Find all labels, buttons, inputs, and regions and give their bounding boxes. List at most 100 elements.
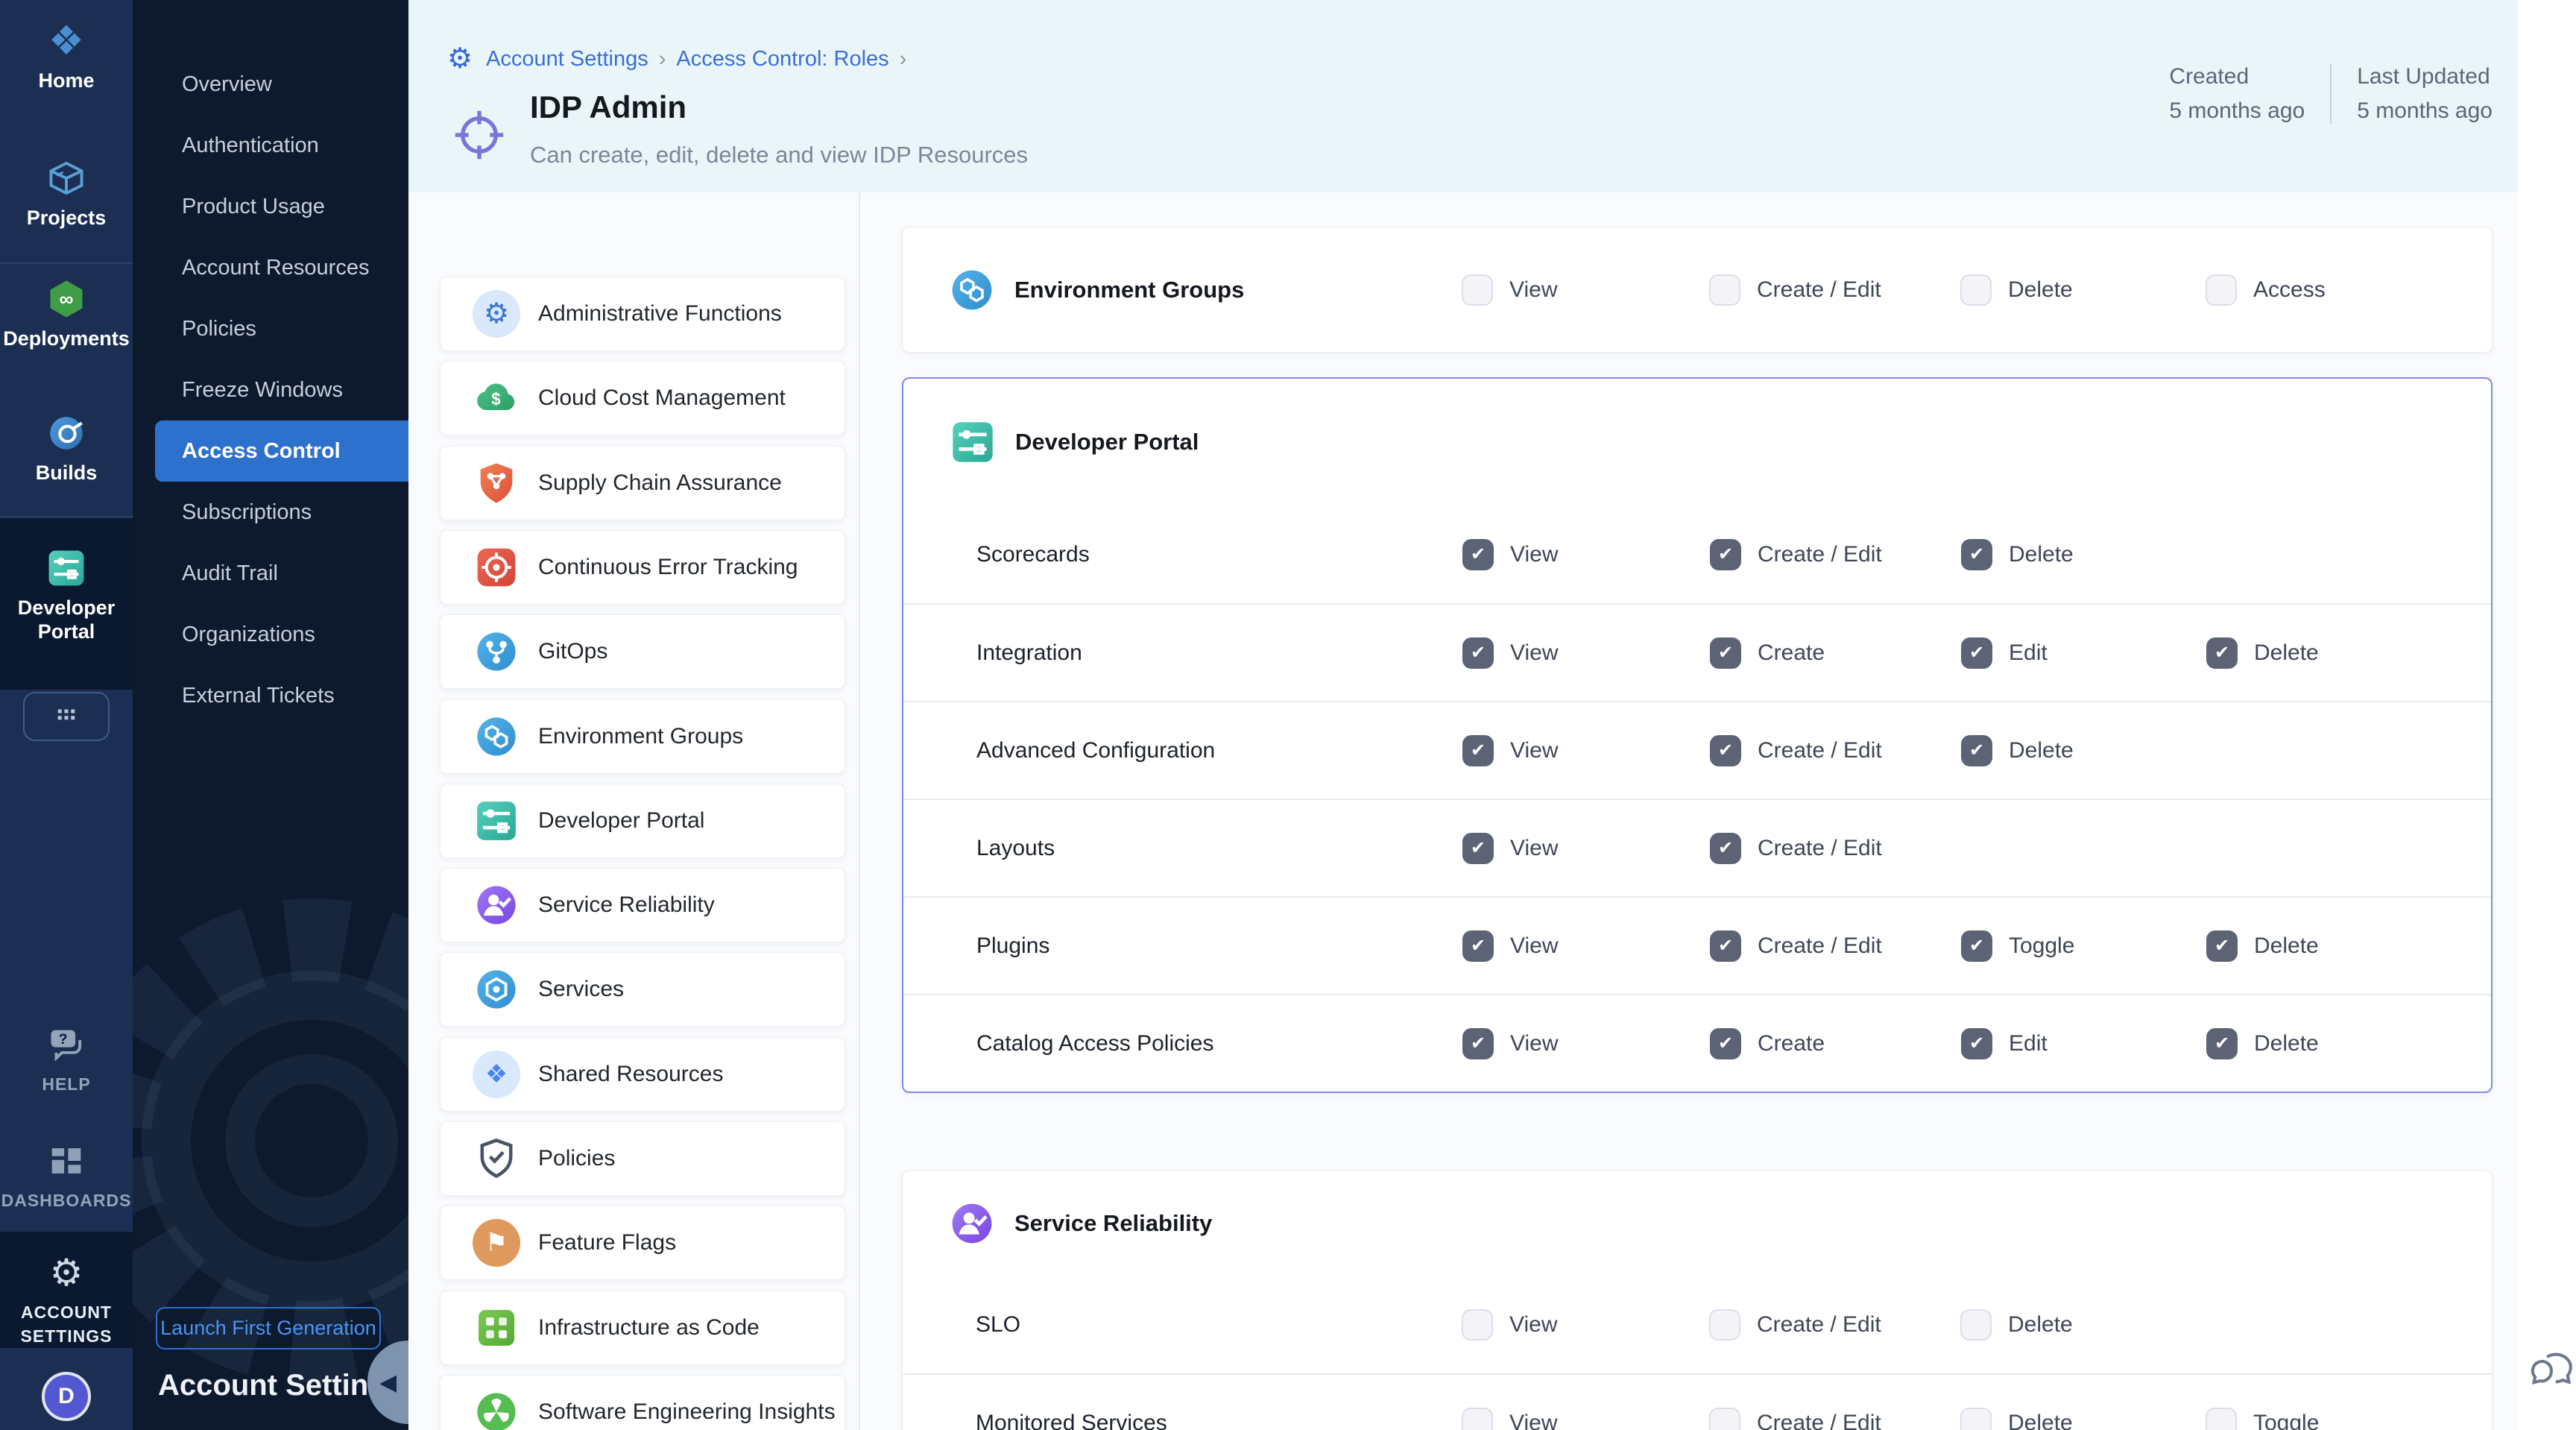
settings-nav-item-product-usage[interactable]: Product Usage <box>155 176 408 237</box>
permission-create-edit[interactable]: ✔Create / Edit <box>1710 930 1882 962</box>
permission-delete[interactable]: ✔Delete <box>2206 1028 2319 1059</box>
permission-delete[interactable]: ✔Delete <box>1961 539 2074 570</box>
settings-nav-item-external-tickets[interactable]: External Tickets <box>155 665 408 726</box>
settings-nav-item-organizations[interactable]: Organizations <box>155 604 408 665</box>
permission-view[interactable]: View <box>1462 274 1557 306</box>
resource-category-shared-resources[interactable]: ❖Shared Resources <box>440 1037 845 1112</box>
resource-category-continuous-error-tracking[interactable]: Continuous Error Tracking <box>440 530 845 605</box>
settings-nav-item-overview[interactable]: Overview <box>155 54 408 115</box>
permission-view[interactable]: ✔View <box>1462 735 1558 766</box>
rail-utility-dashboards[interactable]: DASHBOARDS <box>0 1139 133 1212</box>
settings-nav-item-account-resources[interactable]: Account Resources <box>155 237 408 298</box>
settings-nav-item-freeze-windows[interactable]: Freeze Windows <box>155 359 408 421</box>
checkbox-unchecked-icon[interactable] <box>1960 274 1992 306</box>
rail-utility-help[interactable]: ?HELP <box>0 1023 133 1096</box>
permission-view[interactable]: ✔View <box>1462 637 1558 669</box>
permission-access[interactable]: Access <box>2206 274 2326 306</box>
checkbox-checked-icon[interactable]: ✔ <box>2206 637 2238 669</box>
breadcrumb-link-access-control-roles[interactable]: Access Control: Roles <box>676 47 888 72</box>
checkbox-checked-icon[interactable]: ✔ <box>1961 637 1992 669</box>
permission-create-edit[interactable]: ✔Create / Edit <box>1710 539 1882 570</box>
permission-create-edit[interactable]: Create / Edit <box>1709 274 1881 306</box>
user-avatar[interactable]: D <box>42 1372 91 1421</box>
permission-delete[interactable]: Delete <box>1960 1408 2073 1430</box>
permission-view[interactable]: ✔View <box>1462 539 1558 570</box>
resource-category-cloud-cost-management[interactable]: $Cloud Cost Management <box>440 361 845 435</box>
resource-category-developer-portal[interactable]: Developer Portal <box>440 784 845 858</box>
permission-delete[interactable]: Delete <box>1960 274 2073 306</box>
permission-delete[interactable]: ✔Delete <box>2206 930 2319 962</box>
permission-toggle[interactable]: Toggle <box>2206 1408 2319 1430</box>
rail-module-home[interactable]: ❖Home <box>0 19 133 92</box>
permission-view[interactable]: ✔View <box>1462 1028 1558 1059</box>
permission-edit[interactable]: ✔Edit <box>1961 637 2048 669</box>
checkbox-unchecked-icon[interactable] <box>1462 1309 1493 1341</box>
permission-toggle[interactable]: ✔Toggle <box>1961 930 2074 962</box>
permission-view[interactable]: ✔View <box>1462 930 1558 962</box>
checkbox-checked-icon[interactable]: ✔ <box>1462 735 1494 766</box>
checkbox-unchecked-icon[interactable] <box>1462 1408 1493 1430</box>
checkbox-checked-icon[interactable]: ✔ <box>1710 735 1741 766</box>
permission-delete[interactable]: ✔Delete <box>2206 637 2319 669</box>
settings-nav-item-access-control[interactable]: Access Control <box>155 421 408 482</box>
settings-nav-item-authentication[interactable]: Authentication <box>155 115 408 176</box>
resource-category-service-reliability[interactable]: Service Reliability <box>440 868 845 942</box>
settings-nav-item-policies[interactable]: Policies <box>155 298 408 359</box>
permission-create-edit[interactable]: ✔Create / Edit <box>1710 833 1882 864</box>
checkbox-checked-icon[interactable]: ✔ <box>1462 539 1494 570</box>
permission-create[interactable]: ✔Create <box>1710 637 1825 669</box>
checkbox-checked-icon[interactable]: ✔ <box>1710 833 1741 864</box>
checkbox-unchecked-icon[interactable] <box>2206 1408 2237 1430</box>
checkbox-unchecked-icon[interactable] <box>1960 1309 1992 1341</box>
rail-utility-account-settings[interactable]: ⚙ACCOUNTSETTINGS <box>0 1251 133 1348</box>
resource-category-supply-chain-assurance[interactable]: Supply Chain Assurance <box>440 446 845 520</box>
checkbox-checked-icon[interactable]: ✔ <box>1462 833 1494 864</box>
settings-nav-item-audit-trail[interactable]: Audit Trail <box>155 543 408 604</box>
resource-category-infrastructure-as-code[interactable]: Infrastructure as Code <box>440 1291 845 1365</box>
permission-create-edit[interactable]: Create / Edit <box>1709 1309 1881 1341</box>
resource-category-software-engineering-insights[interactable]: Software Engineering Insights <box>440 1375 845 1430</box>
checkbox-checked-icon[interactable]: ✔ <box>2206 930 2238 962</box>
checkbox-checked-icon[interactable]: ✔ <box>2206 1028 2238 1059</box>
permission-create[interactable]: ✔Create <box>1710 1028 1825 1059</box>
checkbox-checked-icon[interactable]: ✔ <box>1462 930 1494 962</box>
checkbox-checked-icon[interactable]: ✔ <box>1710 930 1741 962</box>
checkbox-unchecked-icon[interactable] <box>1709 1408 1740 1430</box>
checkbox-checked-icon[interactable]: ✔ <box>1961 1028 1992 1059</box>
permission-view[interactable]: View <box>1462 1408 1557 1430</box>
rail-module-builds[interactable]: Builds <box>0 412 133 485</box>
checkbox-checked-icon[interactable]: ✔ <box>1462 637 1494 669</box>
resource-category-administrative-functions[interactable]: ⚙Administrative Functions <box>440 277 845 351</box>
checkbox-checked-icon[interactable]: ✔ <box>1961 735 1992 766</box>
permission-view[interactable]: View <box>1462 1309 1557 1341</box>
rail-module-projects[interactable]: Projects <box>0 157 133 230</box>
permission-create-edit[interactable]: Create / Edit <box>1709 1408 1881 1430</box>
checkbox-checked-icon[interactable]: ✔ <box>1710 1028 1741 1059</box>
permission-delete[interactable]: ✔Delete <box>1961 735 2074 766</box>
resource-category-policies[interactable]: Policies <box>440 1121 845 1196</box>
resource-category-gitops[interactable]: GitOps <box>440 614 845 689</box>
checkbox-checked-icon[interactable]: ✔ <box>1462 1028 1494 1059</box>
resource-category-environment-groups[interactable]: Environment Groups <box>440 699 845 774</box>
checkbox-unchecked-icon[interactable] <box>1462 274 1493 306</box>
checkbox-unchecked-icon[interactable] <box>2206 274 2237 306</box>
checkbox-checked-icon[interactable]: ✔ <box>1710 637 1741 669</box>
permission-view[interactable]: ✔View <box>1462 833 1558 864</box>
checkbox-checked-icon[interactable]: ✔ <box>1710 539 1741 570</box>
resource-category-feature-flags[interactable]: ⚑Feature Flags <box>440 1206 845 1280</box>
rail-module-deployments[interactable]: ∞Deployments <box>0 277 133 350</box>
resource-category-services[interactable]: Services <box>440 952 845 1027</box>
breadcrumb-link-account-settings[interactable]: Account Settings <box>486 47 648 72</box>
settings-nav-item-subscriptions[interactable]: Subscriptions <box>155 482 408 543</box>
permission-create-edit[interactable]: ✔Create / Edit <box>1710 735 1882 766</box>
permission-delete[interactable]: Delete <box>1960 1309 2073 1341</box>
support-chat-icon[interactable] <box>2528 1344 2576 1396</box>
rail-module-developer-portal[interactable]: DeveloperPortal <box>0 547 133 643</box>
apps-grid-button[interactable] <box>23 692 110 741</box>
checkbox-checked-icon[interactable]: ✔ <box>1961 930 1992 962</box>
launch-first-generation-button[interactable]: Launch First Generation <box>156 1307 381 1349</box>
checkbox-checked-icon[interactable]: ✔ <box>1961 539 1992 570</box>
checkbox-unchecked-icon[interactable] <box>1709 274 1740 306</box>
permission-edit[interactable]: ✔Edit <box>1961 1028 2048 1059</box>
checkbox-unchecked-icon[interactable] <box>1709 1309 1740 1341</box>
